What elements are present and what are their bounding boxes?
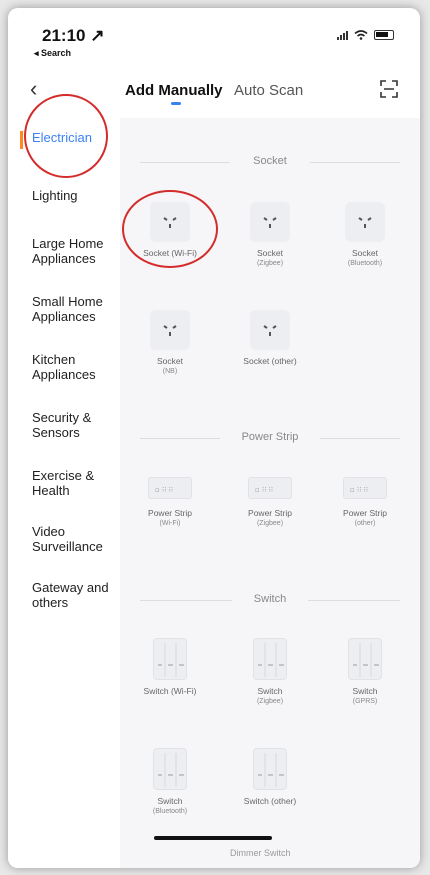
device-switch-other[interactable]: Switch (other) <box>230 748 310 807</box>
battery-icon <box>374 30 394 40</box>
section-title-socket: Socket <box>253 155 287 167</box>
nav-bar: ‹ Add Manually Auto Scan <box>8 70 420 110</box>
device-protocol: (GPRS) <box>352 698 378 705</box>
device-socket-wifi[interactable]: Socket (Wi-Fi) <box>130 202 210 259</box>
device-switch-wifi[interactable]: Switch (Wi-Fi) <box>130 638 210 697</box>
device-label: Socket <box>257 248 283 258</box>
scan-icon[interactable] <box>380 80 398 98</box>
device-label: Switch <box>257 686 283 696</box>
device-label: Power Strip <box>343 508 387 518</box>
switch-icon <box>253 638 287 680</box>
device-protocol: (NB) <box>162 368 178 375</box>
phone-screen: 21:10 ↗ ◂ Search ‹ Add Manually Auto Sca… <box>8 8 420 868</box>
device-label: Power Strip <box>248 508 292 518</box>
device-protocol: (Bluetooth) <box>347 260 383 267</box>
tab-add-manually[interactable]: Add Manually <box>125 82 223 99</box>
device-label: Switch (other) <box>243 796 297 806</box>
sidebar-item-gateway-others[interactable]: Gateway and others <box>32 580 120 610</box>
status-bar: 21:10 ↗ ◂ Search <box>8 8 420 62</box>
next-section-peek: Dimmer Switch <box>230 848 291 858</box>
socket-icon <box>345 202 385 242</box>
switch-icon <box>153 748 187 790</box>
device-socket-zigbee[interactable]: Socket (Zigbee) <box>230 202 310 268</box>
device-protocol: (Zigbee) <box>256 260 284 267</box>
device-protocol: (other) <box>354 520 376 527</box>
tab-auto-scan[interactable]: Auto Scan <box>234 82 303 99</box>
device-protocol: (Zigbee) <box>256 520 284 527</box>
device-label: Socket <box>157 356 183 366</box>
svg-text:▫ ⁝⁝ ⁝⁝: ▫ ⁝⁝ ⁝⁝ <box>255 486 273 494</box>
device-power-strip-other[interactable]: ▫ ⁝⁝ ⁝⁝ Power Strip (other) <box>325 468 405 528</box>
section-title-switch: Switch <box>253 593 287 605</box>
device-power-strip-zigbee[interactable]: ▫ ⁝⁝ ⁝⁝ Power Strip (Zigbee) <box>230 468 310 528</box>
switch-icon <box>348 638 382 680</box>
sidebar-item-small-home-appliances[interactable]: Small Home Appliances <box>32 294 120 324</box>
device-label: Socket (other) <box>243 356 297 366</box>
device-label: Power Strip <box>148 508 192 518</box>
active-category-marker <box>20 131 23 149</box>
sidebar-item-kitchen-appliances[interactable]: Kitchen Appliances <box>32 352 120 382</box>
device-label: Switch (Wi-Fi) <box>143 686 197 696</box>
device-switch-bluetooth[interactable]: Switch (Bluetooth) <box>130 748 210 816</box>
device-label: Switch <box>157 796 183 806</box>
home-indicator[interactable] <box>154 836 272 840</box>
device-power-strip-wifi[interactable]: ▫ ⁝⁝ ⁝⁝ Power Strip (Wi-Fi) <box>130 468 210 528</box>
device-label: Socket <box>352 248 378 258</box>
back-to-app-link[interactable]: ◂ Search <box>34 48 71 59</box>
sidebar-item-video-surveillance[interactable]: Video Surveillance <box>32 524 120 554</box>
socket-icon <box>150 202 190 242</box>
section-header-socket: Socket <box>120 154 420 170</box>
device-protocol: (Wi-Fi) <box>159 520 181 527</box>
socket-icon <box>150 310 190 350</box>
device-label: Socket (Wi-Fi) <box>143 248 197 258</box>
power-strip-icon: ▫ ⁝⁝ ⁝⁝ <box>148 477 192 499</box>
section-header-power-strip: Power Strip <box>120 430 420 446</box>
svg-text:▫ ⁝⁝ ⁝⁝: ▫ ⁝⁝ ⁝⁝ <box>155 486 173 494</box>
sidebar-item-lighting[interactable]: Lighting <box>32 188 120 203</box>
device-socket-nb[interactable]: Socket (NB) <box>130 310 210 376</box>
active-tab-indicator <box>171 102 181 105</box>
device-label: Switch <box>352 686 378 696</box>
device-socket-bluetooth[interactable]: Socket (Bluetooth) <box>325 202 405 268</box>
device-socket-other[interactable]: Socket (other) <box>230 310 310 367</box>
category-sidebar: Electrician Lighting Large Home Applianc… <box>8 118 120 868</box>
power-strip-icon: ▫ ⁝⁝ ⁝⁝ <box>248 477 292 499</box>
wifi-icon <box>354 30 368 40</box>
device-protocol: (Zigbee) <box>256 698 284 705</box>
device-protocol: (Bluetooth) <box>152 808 188 815</box>
device-switch-zigbee[interactable]: Switch (Zigbee) <box>230 638 310 706</box>
device-switch-gprs[interactable]: Switch (GPRS) <box>325 638 405 706</box>
device-list: Socket Socket (Wi-Fi) Socket (Zigbee) So… <box>120 118 420 868</box>
socket-icon <box>250 202 290 242</box>
back-button[interactable]: ‹ <box>30 76 37 102</box>
svg-text:▫ ⁝⁝ ⁝⁝: ▫ ⁝⁝ ⁝⁝ <box>350 486 368 494</box>
status-icons <box>337 30 394 40</box>
sidebar-item-electrician[interactable]: Electrician <box>32 130 120 145</box>
power-strip-icon: ▫ ⁝⁝ ⁝⁝ <box>343 477 387 499</box>
switch-icon <box>153 638 187 680</box>
socket-icon <box>250 310 290 350</box>
section-header-switch: Switch <box>120 592 420 608</box>
switch-icon <box>253 748 287 790</box>
section-title-power-strip: Power Strip <box>241 431 299 443</box>
sidebar-item-large-home-appliances[interactable]: Large Home Appliances <box>32 236 120 266</box>
status-time: 21:10 ↗ <box>42 26 105 45</box>
sidebar-item-security-sensors[interactable]: Security & Sensors <box>32 410 120 440</box>
sidebar-item-exercise-health[interactable]: Exercise & Health <box>32 468 120 498</box>
signal-icon <box>337 30 348 40</box>
